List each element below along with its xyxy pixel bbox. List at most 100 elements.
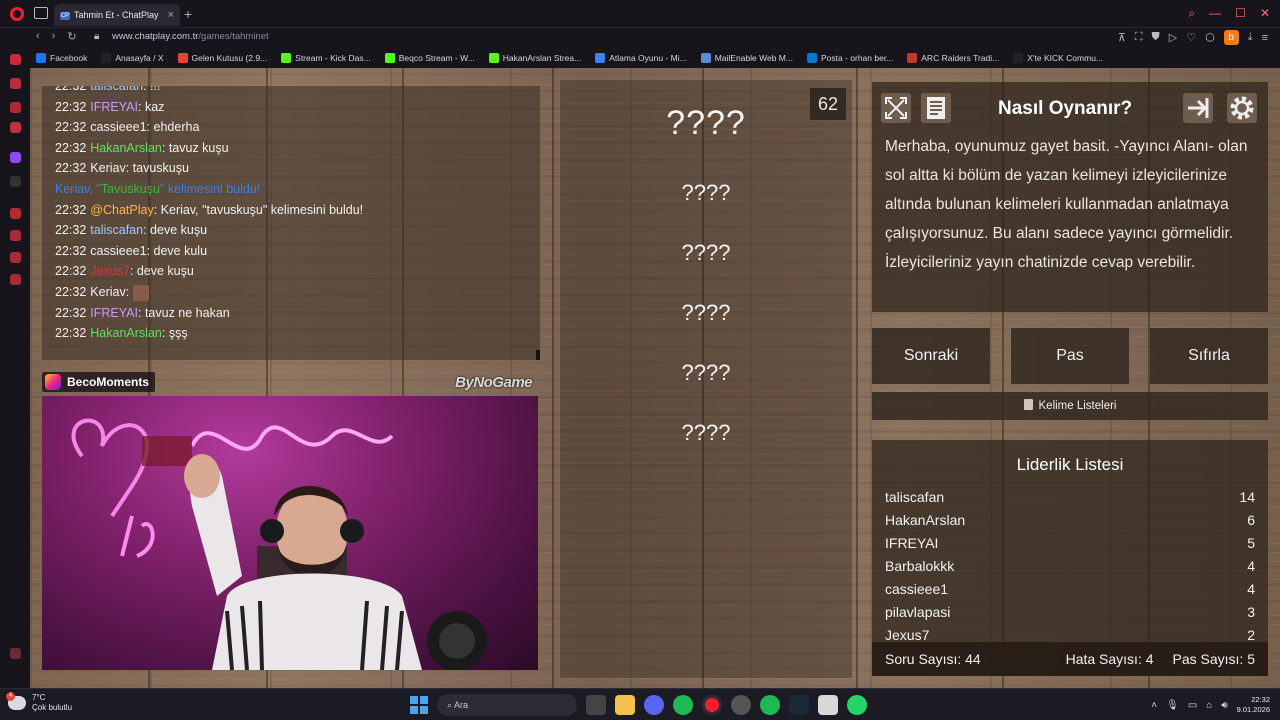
chat-message: 22:32 IFREYAI: tavuz ne hakan: [42, 303, 540, 324]
message-username[interactable]: cassieee1: [90, 244, 146, 258]
discord-icon[interactable]: [644, 695, 664, 715]
leaderboard-rows[interactable]: taliscafan 14 HakanArslan 6 IFREYAI 5 Barbalok…: [885, 486, 1255, 647]
bookmark-item[interactable]: Stream - Kick Das...: [281, 53, 371, 63]
bookmark-item[interactable]: Gelen Kutusu (2.9...: [177, 53, 267, 63]
mail-icon[interactable]: [10, 122, 21, 133]
message-username[interactable]: HakanArslan: [90, 326, 162, 340]
tab-manager-icon[interactable]: [34, 7, 48, 19]
message-username[interactable]: cassieee1: [90, 120, 146, 134]
spotify-icon[interactable]: [673, 695, 693, 715]
chat-scrollbar[interactable]: [536, 350, 540, 360]
opera-logo-icon[interactable]: [10, 7, 24, 21]
chevron-up-icon[interactable]: ˄: [1151, 700, 1157, 711]
browser-sidebar: [0, 48, 30, 688]
message-username[interactable]: Keriav: [90, 161, 125, 175]
main-word: ????: [666, 104, 746, 142]
file-explorer-icon[interactable]: [615, 695, 635, 715]
message-separator: :: [143, 223, 151, 238]
opera-taskbar-icon[interactable]: [702, 695, 722, 715]
message-time: 22:32: [55, 264, 87, 279]
steam-icon[interactable]: [789, 695, 809, 715]
aria-icon[interactable]: [10, 54, 21, 65]
pin-icon[interactable]: ⊼: [1118, 31, 1126, 44]
message-username[interactable]: IFREYAI: [90, 100, 138, 114]
new-tab-icon[interactable]: +: [184, 6, 192, 22]
spotify-alt-icon[interactable]: [760, 695, 780, 715]
shield-icon[interactable]: ⛊: [1152, 31, 1160, 44]
exit-icon[interactable]: [1182, 92, 1214, 124]
clock[interactable]: 22:32 9.01.2026: [1237, 695, 1270, 715]
message-text: Keriav, "tavuskuşu" kelimesini buldu!: [160, 202, 364, 217]
bookmark-item[interactable]: Atlama Oyunu - Mi...: [595, 53, 687, 63]
bookmark-item[interactable]: HakanArslan Strea...: [488, 53, 581, 63]
weather-widget[interactable]: 4 7°C Çok bulutlu: [6, 692, 72, 713]
document-icon[interactable]: [920, 92, 952, 124]
next-button[interactable]: Sonraki: [872, 328, 990, 384]
settings-icon[interactable]: [10, 274, 21, 285]
windows-start-icon[interactable]: [410, 696, 428, 714]
x-icon[interactable]: [10, 176, 21, 187]
app-icon[interactable]: [818, 695, 838, 715]
menu-icon[interactable]: ≡: [1262, 32, 1268, 44]
messenger-icon[interactable]: [10, 78, 21, 89]
snapshot-icon[interactable]: ⛶: [1135, 31, 1143, 44]
obs-icon[interactable]: [731, 695, 751, 715]
bookmark-item[interactable]: Facebook: [36, 53, 87, 63]
heart-icon[interactable]: ♡: [1186, 31, 1196, 44]
task-view-icon[interactable]: [586, 695, 606, 715]
search-tabs-icon[interactable]: ⌕: [1188, 6, 1195, 21]
extensions-sidebar-icon[interactable]: [10, 252, 21, 263]
bookmark-item[interactable]: X'te KICK Commu...: [1013, 53, 1103, 63]
chat-message: 22:32 Keriav: tavuskuşu: [42, 158, 540, 179]
browser-toolbar: ⊼ ⛶ ⛊ ▷ ♡ ⬡ b ⤓ ≡: [1118, 30, 1268, 45]
gear-icon[interactable]: [1226, 92, 1258, 124]
close-window-icon[interactable]: ✕: [1260, 6, 1270, 21]
clock-time: 22:32: [1251, 695, 1270, 704]
taskbar-search[interactable]: ⌕ Ara: [437, 694, 577, 716]
message-username[interactable]: HakanArslan: [90, 141, 162, 155]
bookmark-item[interactable]: MailEnable Web M...: [700, 53, 793, 63]
url-field[interactable]: www.chatplay.com.tr/games/tahminet: [112, 31, 269, 42]
reset-button[interactable]: Sıfırla: [1150, 328, 1268, 384]
chat-message: 22:32 Keriav:: [42, 282, 540, 303]
minimize-icon[interactable]: —: [1209, 6, 1221, 21]
message-username[interactable]: taliscafan: [90, 223, 143, 237]
message-username[interactable]: @ChatPlay: [90, 203, 153, 217]
extensions-icon[interactable]: ⬡: [1205, 31, 1215, 44]
bookmark-item[interactable]: Posta - orhan ber...: [806, 53, 893, 63]
maximize-icon[interactable]: ☐: [1235, 6, 1246, 21]
player-icon[interactable]: [10, 208, 21, 219]
message-username[interactable]: Jexus7: [90, 264, 130, 278]
pass-button[interactable]: Pas: [1011, 328, 1129, 384]
bookmark-item[interactable]: ARC Raiders Tradi...: [907, 53, 999, 63]
volume-icon[interactable]: 🔊︎: [1221, 700, 1227, 711]
network-icon[interactable]: ⌂: [1206, 700, 1212, 711]
forbidden-word-4: ????: [681, 360, 731, 385]
close-tab-icon[interactable]: ×: [168, 4, 174, 26]
browser-tab[interactable]: CP Tahmin Et - ChatPlay ×: [54, 4, 180, 26]
message-username[interactable]: IFREYAI: [90, 306, 138, 320]
question-count: Soru Sayısı: 44: [885, 651, 981, 667]
message-username[interactable]: taliscafan: [90, 86, 143, 93]
extension-b-icon[interactable]: b: [1223, 30, 1239, 45]
twitch-icon[interactable]: [10, 152, 21, 163]
display-icon[interactable]: ▭: [1188, 700, 1197, 711]
bookmark-item[interactable]: Anasayfa / X: [101, 53, 164, 63]
chat-panel[interactable]: 22:32 taliscafan: !!! 22:32 IFREYAI: kaz 22:…: [42, 86, 540, 360]
microphone-icon[interactable]: 🎙︎: [1166, 700, 1179, 711]
forward-icon[interactable]: ›: [52, 30, 56, 43]
download-icon[interactable]: ⤓: [1248, 31, 1253, 44]
whatsapp-icon[interactable]: [847, 695, 867, 715]
word-lists-button[interactable]: Kelime Listeleri: [872, 392, 1268, 420]
fullscreen-icon[interactable]: [880, 92, 912, 124]
bookmark-item[interactable]: Beqco Stream - W...: [384, 53, 475, 63]
play-icon[interactable]: ▷: [1169, 31, 1177, 44]
more-icon[interactable]: [10, 648, 21, 659]
message-username[interactable]: Keriav: [90, 285, 125, 299]
bookmark-favicon-icon: [488, 53, 499, 63]
chat-icon[interactable]: [10, 102, 21, 113]
back-icon[interactable]: ‹: [36, 30, 40, 43]
history-icon[interactable]: [10, 230, 21, 241]
lock-icon[interactable]: 🔒︎: [94, 31, 99, 42]
reload-icon[interactable]: ↻: [67, 30, 76, 43]
